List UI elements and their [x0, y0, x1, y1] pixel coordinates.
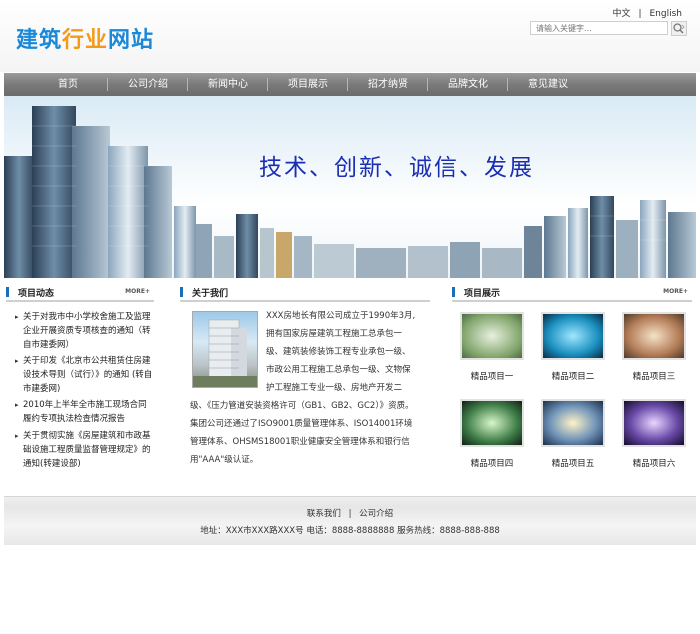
footer-links: 联系我们 | 公司介绍 — [4, 507, 696, 519]
nav-item-jobs[interactable]: 招才纳贤 — [348, 73, 428, 96]
section-marker-icon — [180, 287, 183, 297]
news-item-text[interactable]: 关于贯彻实施《房屋建筑和市政基础设施工程质量监督管理规定》的通知(转建设部) — [23, 431, 151, 469]
site-logo[interactable]: 建筑行业网站 — [16, 22, 154, 54]
nav-item-news[interactable]: 新闻中心 — [188, 73, 268, 96]
project-label[interactable]: 精品项目三 — [614, 370, 694, 382]
news-item[interactable]: ▸ 关于印发《北京市公共租赁住房建设技术导则（试行）》的通知 (转自市建委网) — [15, 354, 155, 396]
footer-about-link[interactable]: 公司介绍 — [359, 509, 393, 519]
news-item-text[interactable]: 关于对我市中小学校舍施工及监理企业开展资质专项核查的通知（转自市建委网） — [23, 312, 151, 350]
nav-item-home[interactable]: 首页 — [28, 73, 108, 96]
project-label[interactable]: 精品项目一 — [452, 370, 532, 382]
footer-separator: | — [348, 509, 352, 519]
footer-address: 地址：XXX市XXX路XXX号 电话：8888-8888888 服务热线：888… — [200, 526, 500, 536]
nav-item-brand[interactable]: 品牌文化 — [428, 73, 508, 96]
news-item[interactable]: ▸ 关于贯彻实施《房屋建筑和市政基础设施工程质量监督管理规定》的通知(转建设部) — [15, 429, 155, 471]
magnifier-icon — [673, 23, 685, 34]
nav-item-company[interactable]: 公司介绍 — [108, 73, 188, 96]
search-input[interactable] — [530, 21, 668, 35]
news-item-text[interactable]: 关于印发《北京市公共租赁住房建设技术导则（试行）》的通知 (转自市建委网) — [23, 356, 152, 394]
banner: 技术、创新、诚信、发展 — [4, 96, 696, 278]
about-section-title: 关于我们 — [192, 289, 229, 299]
search-button[interactable] — [671, 21, 687, 36]
section-marker-icon — [452, 287, 455, 297]
news-section-header: 项目动态 MORE+ — [6, 286, 154, 302]
bullet-icon: ▸ — [15, 313, 19, 321]
news-more-link[interactable]: MORE+ — [125, 288, 150, 295]
nav-item-feedback[interactable]: 意见建议 — [508, 73, 588, 96]
language-switch: 中文 | English — [608, 6, 686, 19]
lang-zh-link[interactable]: 中文 — [612, 9, 630, 19]
bullet-icon: ▸ — [15, 357, 19, 365]
nav-item-projects[interactable]: 项目展示 — [268, 73, 348, 96]
project-thumbnail[interactable] — [460, 399, 524, 447]
logo-text-1: 建筑 — [16, 28, 63, 53]
lang-en-link[interactable]: English — [650, 9, 683, 19]
projects-section-header: 项目展示 MORE+ — [452, 286, 692, 302]
project-thumbnail[interactable] — [460, 312, 524, 360]
bullet-icon: ▸ — [15, 401, 19, 409]
logo-text-2: 行业 — [62, 28, 109, 53]
news-item[interactable]: ▸ 2010年上半年全市施工现场合同履约专项执法检查情况报告 — [15, 398, 155, 426]
section-marker-icon — [6, 287, 9, 297]
project-thumbnail[interactable] — [541, 312, 605, 360]
lang-separator: | — [638, 9, 642, 19]
about-content: XXX房地长有限公司成立于1990年3月,拥有国家房屋建筑工程施工总承包一级、建… — [190, 307, 418, 469]
company-building-image — [192, 311, 258, 388]
footer: 联系我们 | 公司介绍 地址：XXX市XXX路XXX号 电话：8888-8888… — [4, 496, 696, 545]
project-label[interactable]: 精品项目四 — [452, 457, 532, 469]
news-item-text[interactable]: 2010年上半年全市施工现场合同履约专项执法检查情况报告 — [23, 400, 147, 424]
project-label[interactable]: 精品项目六 — [614, 457, 694, 469]
footer-contact-link[interactable]: 联系我们 — [307, 509, 341, 519]
bullet-icon: ▸ — [15, 432, 19, 440]
main-nav: 首页 公司介绍 新闻中心 项目展示 招才纳贤 品牌文化 意见建议 — [4, 73, 696, 96]
project-label[interactable]: 精品项目二 — [533, 370, 613, 382]
projects-section-title: 项目展示 — [464, 289, 501, 299]
news-item[interactable]: ▸ 关于对我市中小学校舍施工及监理企业开展资质专项核查的通知（转自市建委网） — [15, 310, 155, 352]
project-label[interactable]: 精品项目五 — [533, 457, 613, 469]
banner-slogan: 技术、创新、诚信、发展 — [259, 155, 534, 181]
news-section-title: 项目动态 — [18, 289, 55, 299]
logo-text-3: 网站 — [108, 28, 155, 53]
city-skyline-image — [4, 106, 696, 278]
about-section-header: 关于我们 — [180, 286, 430, 302]
project-thumbnail[interactable] — [622, 399, 686, 447]
projects-more-link[interactable]: MORE+ — [663, 288, 688, 295]
project-thumbnail[interactable] — [622, 312, 686, 360]
project-thumbnail[interactable] — [541, 399, 605, 447]
